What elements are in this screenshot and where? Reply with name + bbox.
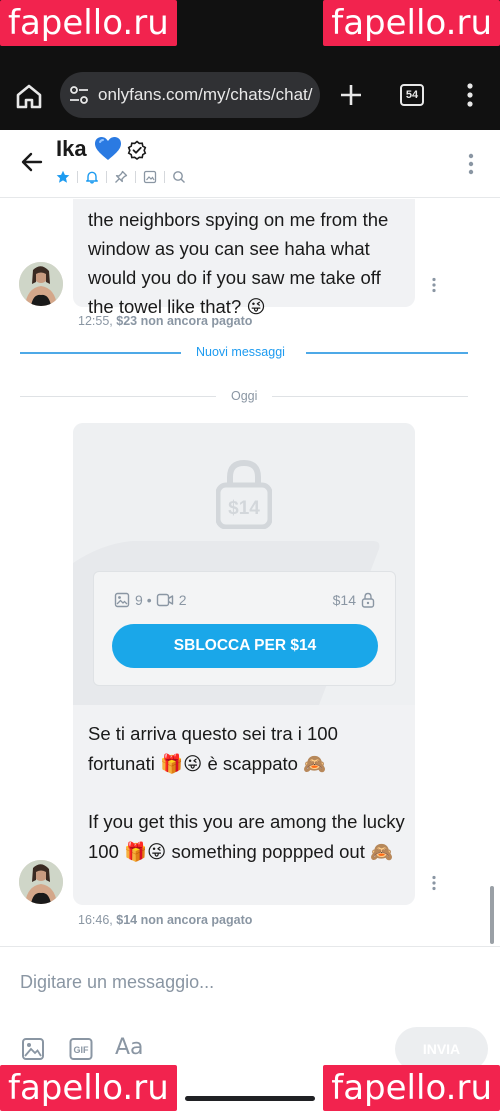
avatar[interactable] <box>19 262 63 306</box>
watermark-top-left: fapello.ru <box>0 0 177 46</box>
watermark-bottom-left: fapello.ru <box>0 1065 177 1111</box>
site-settings-icon[interactable] <box>68 84 90 106</box>
message-text-english: If you get this you are among the lucky … <box>88 811 405 862</box>
chat-contact-name[interactable]: Ika <box>56 136 87 162</box>
bullet-separator: • <box>146 592 152 608</box>
gif-icon[interactable]: GIF <box>69 1037 93 1061</box>
chat-header: Ika <box>0 130 500 198</box>
divider-line <box>306 352 468 354</box>
lock-price: $14 <box>228 498 260 519</box>
message-payment-status: $14 non ancora pagato <box>116 913 253 927</box>
separator <box>164 171 165 183</box>
attach-image-icon[interactable] <box>21 1037 45 1061</box>
media-counts: 9 • 2 <box>114 592 191 608</box>
message-options-icon[interactable] <box>431 875 437 891</box>
message-time: 12:55, <box>78 314 113 328</box>
message-text-italian: Se ti arriva questo sei tra i 100 fortun… <box>88 723 338 774</box>
video-icon <box>156 593 173 607</box>
media-price-card: 9 • 2 $14 SBLOCCA PER $14 <box>93 571 396 686</box>
avatar-photo <box>19 262 63 306</box>
address-bar[interactable]: onlyfans.com/my/chats/chat/ <box>60 72 320 118</box>
date-divider: Oggi <box>20 387 468 407</box>
separator <box>106 171 107 183</box>
paid-message-bubble: $14 9 • 2 $14 SBLOCCA PER $14 Se ti arri… <box>73 423 415 905</box>
verified-badge-icon <box>127 140 147 160</box>
browser-menu-icon[interactable] <box>464 82 476 108</box>
image-count: 9 <box>135 592 143 608</box>
avatar[interactable] <box>19 860 63 904</box>
image-icon <box>114 592 130 608</box>
search-icon[interactable] <box>172 170 186 184</box>
price-text: $14 <box>332 592 356 608</box>
divider-line <box>20 352 181 354</box>
avatar-photo <box>19 860 63 904</box>
chat-options-icon[interactable] <box>466 152 476 176</box>
chat-header-actions <box>56 170 193 184</box>
message-meta: 12:55, $23 non ancora pagato <box>78 314 252 328</box>
divider-line <box>272 396 468 397</box>
tab-switcher-button[interactable]: 54 <box>400 84 424 106</box>
url-text: onlyfans.com/my/chats/chat/ <box>98 85 313 104</box>
watermark-bottom-right: fapello.ru <box>323 1065 500 1111</box>
message-options-icon[interactable] <box>431 277 437 293</box>
new-tab-icon[interactable] <box>338 82 364 108</box>
separator <box>77 171 78 183</box>
home-icon[interactable] <box>14 82 44 110</box>
separator <box>135 171 136 183</box>
media-price: $14 <box>333 592 375 608</box>
divider-line <box>20 396 216 397</box>
message-meta: 16:46, $14 non ancora pagato <box>78 913 252 927</box>
message-input[interactable] <box>0 957 500 1007</box>
star-icon[interactable] <box>56 170 70 184</box>
date-label: Oggi <box>231 389 258 403</box>
new-messages-divider: Nuovi messaggi <box>20 343 468 363</box>
message-bubble: the neighbors spying on me from the wind… <box>73 199 415 317</box>
lock-icon: $14 <box>216 459 272 529</box>
new-messages-label: Nuovi messaggi <box>196 345 285 359</box>
media-gallery-icon[interactable] <box>143 170 157 184</box>
notification-bell-icon[interactable] <box>85 170 99 184</box>
message-text: the neighbors spying on me from the wind… <box>88 209 389 317</box>
video-count: 2 <box>178 592 187 608</box>
small-lock-icon <box>361 592 375 608</box>
blue-heart-emoji <box>95 137 121 160</box>
unlock-button[interactable]: SBLOCCA PER $14 <box>112 624 378 668</box>
chat-messages: the neighbors spying on me from the wind… <box>0 199 500 946</box>
message-text: Se ti arriva questo sei tra i 100 fortun… <box>88 719 408 866</box>
text-format-button[interactable]: Aa <box>115 1035 144 1060</box>
locked-media-preview[interactable]: $14 9 • 2 $14 SBLOCCA PER $14 <box>73 423 415 705</box>
watermark-top-right: fapello.ru <box>323 0 500 46</box>
scrollbar[interactable] <box>490 886 494 944</box>
svg-text:GIF: GIF <box>74 1045 90 1055</box>
message-payment-status: $23 non ancora pagato <box>116 314 253 328</box>
back-arrow-icon[interactable] <box>20 150 44 174</box>
message-time: 16:46, <box>78 913 113 927</box>
navigation-gesture-bar[interactable] <box>185 1096 315 1101</box>
pin-icon[interactable] <box>114 170 128 184</box>
